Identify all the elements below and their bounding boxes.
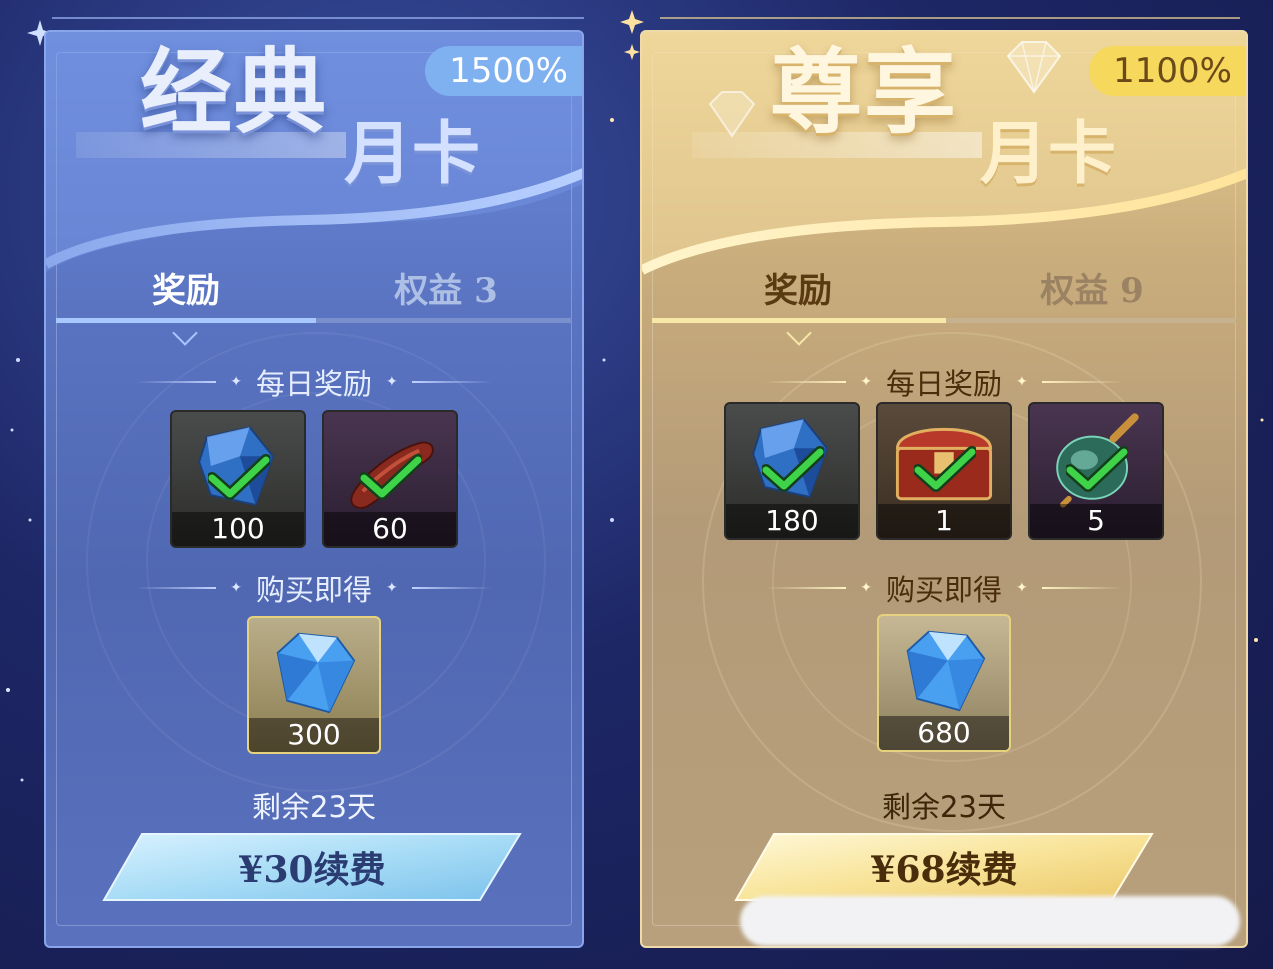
- instant-reward-heading: ✦ 购买即得 ✦: [642, 568, 1246, 608]
- item-quantity: 100: [172, 512, 304, 546]
- daily-reward-heading: ✦ 每日奖励 ✦: [642, 362, 1246, 402]
- item-quantity: 180: [726, 504, 858, 538]
- sparkle-icon: ✦: [230, 580, 242, 596]
- renew-label: ¥30续费: [238, 849, 386, 891]
- sparkle-icon: ✦: [230, 374, 242, 390]
- check-icon: [762, 446, 824, 492]
- daily-reward-list: 100 60: [46, 410, 582, 548]
- reward-item[interactable]: 100: [170, 410, 306, 548]
- divider-line: [766, 381, 847, 383]
- card-title: 经典: [140, 38, 329, 146]
- divider-line: [411, 381, 492, 383]
- reward-item[interactable]: 680: [877, 614, 1011, 752]
- classic-monthly-card: 经典 月卡 1500% 奖励 权益 3 ✦ 每日奖励 ✦ 100 60 ✦ 购买…: [44, 30, 584, 948]
- bonus-badge: 1500%: [425, 46, 582, 96]
- reward-item[interactable]: 60: [322, 410, 458, 548]
- card-tabs: 奖励 权益 9: [652, 260, 1236, 346]
- divider-line: [1041, 381, 1122, 383]
- divider-line: [411, 587, 492, 589]
- instant-reward-list: 680: [642, 614, 1246, 752]
- item-quantity: 60: [324, 512, 456, 546]
- card-title: 尊享: [770, 38, 959, 146]
- renew-button[interactable]: ¥68续费: [734, 832, 1154, 902]
- check-icon: [1066, 446, 1128, 492]
- check-icon: [360, 454, 422, 500]
- days-remaining: 剩余23天: [882, 790, 1006, 824]
- item-quantity: 300: [249, 718, 379, 752]
- card-subtitle: 月卡: [980, 114, 1117, 194]
- bonus-badge: 1100%: [1089, 46, 1246, 96]
- check-icon: [914, 446, 976, 492]
- card-tabs: 奖励 权益 3: [56, 260, 572, 346]
- sparkle-icon: ✦: [1016, 580, 1028, 596]
- reward-item[interactable]: 1: [876, 402, 1012, 540]
- tab-reward[interactable]: 奖励: [96, 260, 276, 322]
- days-remaining: 剩余23天: [252, 790, 376, 824]
- redacted-area: [740, 896, 1240, 946]
- divider-line: [1041, 587, 1122, 589]
- premium-monthly-card: 尊享 月卡 1100% 奖励 权益 9 ✦ 每日奖励 ✦ 180 1 5 ✦ 购…: [640, 30, 1248, 948]
- diamond-icon: [906, 630, 986, 712]
- tab-pointer-icon: [172, 320, 198, 346]
- item-quantity: 5: [1030, 504, 1162, 538]
- divider-line: [136, 381, 217, 383]
- reward-item[interactable]: 180: [724, 402, 860, 540]
- tab-benefits[interactable]: 权益 9: [992, 260, 1192, 322]
- sparkle-icon: ✦: [1016, 374, 1028, 390]
- instant-reward-title: 购买即得: [885, 573, 1002, 607]
- instant-reward-list: 300: [46, 616, 582, 754]
- sparkle-icon: ✦: [386, 374, 398, 390]
- sparkle-icon: ✦: [860, 580, 872, 596]
- item-quantity: 1: [878, 504, 1010, 538]
- renew-label: ¥68续费: [870, 849, 1018, 891]
- divider-line: [766, 587, 847, 589]
- daily-reward-title: 每日奖励: [255, 367, 372, 401]
- daily-reward-list: 180 1 5: [642, 402, 1246, 540]
- daily-reward-heading: ✦ 每日奖励 ✦: [46, 362, 582, 402]
- card-subtitle: 月卡: [344, 114, 481, 194]
- reward-item[interactable]: 5: [1028, 402, 1164, 540]
- item-quantity: 680: [879, 716, 1009, 750]
- tab-benefits[interactable]: 权益 3: [346, 260, 546, 322]
- renew-button[interactable]: ¥30续费: [102, 832, 522, 902]
- sparkle-icon: ✦: [860, 374, 872, 390]
- divider-line: [136, 587, 217, 589]
- sparkle-icon: ✦: [386, 580, 398, 596]
- daily-reward-title: 每日奖励: [885, 367, 1002, 401]
- tab-reward[interactable]: 奖励: [708, 260, 888, 322]
- reward-item[interactable]: 300: [247, 616, 381, 754]
- check-icon: [208, 454, 270, 500]
- tab-pointer-icon: [786, 320, 812, 346]
- diamond-icon: [276, 632, 356, 714]
- diamond-outline-icon: [1006, 41, 1062, 94]
- instant-reward-title: 购买即得: [255, 573, 372, 607]
- instant-reward-heading: ✦ 购买即得 ✦: [46, 568, 582, 608]
